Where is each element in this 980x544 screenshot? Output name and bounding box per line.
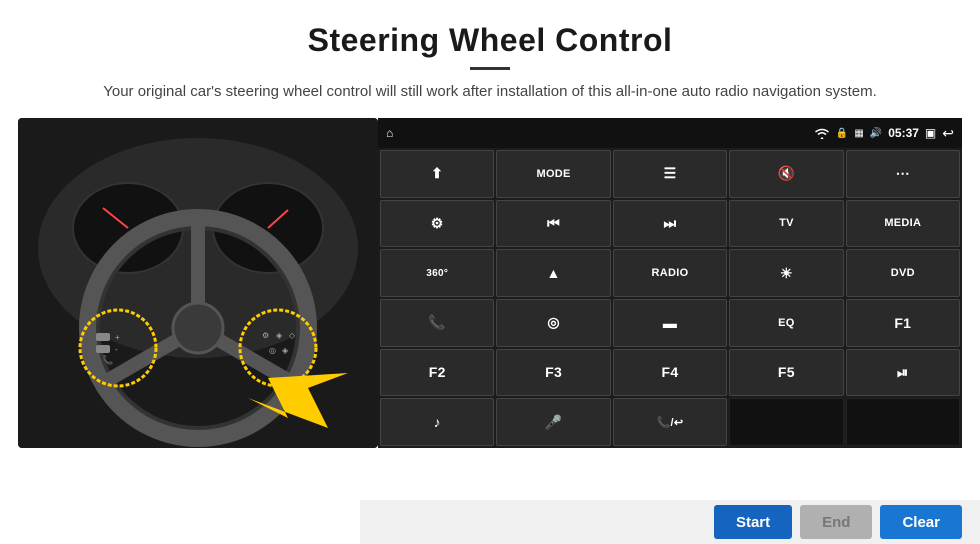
phone-icon: 📞 xyxy=(428,314,446,331)
clear-button[interactable]: Clear xyxy=(880,505,962,539)
btn-eq[interactable]: EQ xyxy=(729,299,843,347)
menu-icon: ☰ xyxy=(664,165,677,182)
page-title: Steering Wheel Control xyxy=(0,0,980,59)
eject-icon: ▲ xyxy=(547,265,561,281)
title-divider xyxy=(470,67,510,70)
time-display: 05:37 xyxy=(888,126,919,140)
window-icon[interactable]: ▣ xyxy=(925,126,936,140)
end-button[interactable]: End xyxy=(800,505,872,539)
mic-icon: 🎤 xyxy=(545,414,563,431)
btn-media[interactable]: MEDIA xyxy=(846,200,960,248)
btn-brightness[interactable]: ☀ xyxy=(729,249,843,297)
svg-text:+: + xyxy=(115,333,120,342)
next-icon: ⏭ xyxy=(664,215,677,232)
steering-wheel-image: + - 📞 ⚙ ◈ ◇ ◎ ◈ xyxy=(18,118,378,448)
btn-navi[interactable]: ◎ xyxy=(496,299,610,347)
btn-tv[interactable]: TV xyxy=(729,200,843,248)
sd-icon: ▦ xyxy=(854,128,863,139)
btn-eject[interactable]: ▲ xyxy=(496,249,610,297)
btn-settings[interactable]: ⚙ xyxy=(380,200,494,248)
btn-f2[interactable]: F2 xyxy=(380,349,494,397)
status-left: ⌂ xyxy=(386,126,393,140)
wifi-icon xyxy=(814,127,830,139)
brightness-icon: ☀ xyxy=(780,265,793,282)
btn-apps[interactable]: ⋯ xyxy=(846,150,960,198)
settings-icon: ⚙ xyxy=(431,215,444,232)
btn-empty2 xyxy=(846,398,960,446)
btn-music[interactable]: ♪ xyxy=(380,398,494,446)
status-right: 🔒 ▦ 🔊 05:37 ▣ ↩ xyxy=(814,125,954,142)
btn-empty1 xyxy=(729,398,843,446)
bt-icon: 🔊 xyxy=(870,128,882,139)
svg-text:◈: ◈ xyxy=(276,331,283,340)
btn-360[interactable]: 360° xyxy=(380,249,494,297)
playpause-icon: ⏯ xyxy=(897,364,909,381)
svg-text:📞: 📞 xyxy=(102,354,114,365)
status-bar: ⌂ 🔒 ▦ 🔊 05:37 ▣ ↩ xyxy=(378,118,962,148)
btn-f5[interactable]: F5 xyxy=(729,349,843,397)
svg-text:⚙: ⚙ xyxy=(262,331,269,340)
btn-prev[interactable]: ⏮ xyxy=(496,200,610,248)
screen-icon: ▬ xyxy=(663,315,677,331)
btn-phone[interactable]: 📞 xyxy=(380,299,494,347)
subtitle-text: Your original car's steering wheel contr… xyxy=(40,80,940,104)
bottom-bar: Start End Clear xyxy=(360,500,980,544)
navigate-icon: ⬆ xyxy=(431,165,443,182)
btn-f3[interactable]: F3 xyxy=(496,349,610,397)
btn-playpause[interactable]: ⏯ xyxy=(846,349,960,397)
btn-f4[interactable]: F4 xyxy=(613,349,727,397)
btn-next[interactable]: ⏭ xyxy=(613,200,727,248)
svg-text:◈: ◈ xyxy=(282,346,289,355)
previous-icon: ⏮ xyxy=(547,215,560,232)
btn-menu[interactable]: ☰ xyxy=(613,150,727,198)
button-grid: ⬆ MODE ☰ 🔇 ⋯ ⚙ ⏮ ⏭ TV MEDIA 360° ▲ RADIO… xyxy=(378,148,962,448)
start-button[interactable]: Start xyxy=(714,505,792,539)
svg-text:◇: ◇ xyxy=(289,331,296,340)
btn-nav[interactable]: ⬆ xyxy=(380,150,494,198)
mute-icon: 🔇 xyxy=(778,165,796,182)
btn-f1[interactable]: F1 xyxy=(846,299,960,347)
btn-mic[interactable]: 🎤 xyxy=(496,398,610,446)
content-area: + - 📞 ⚙ ◈ ◇ ◎ ◈ ⌂ xyxy=(0,118,980,468)
navi-icon: ◎ xyxy=(547,314,560,331)
btn-dvd[interactable]: DVD xyxy=(846,249,960,297)
btn-radio[interactable]: RADIO xyxy=(613,249,727,297)
btn-mute[interactable]: 🔇 xyxy=(729,150,843,198)
music-icon: ♪ xyxy=(434,414,441,430)
svg-text:◎: ◎ xyxy=(269,346,276,355)
apps-icon: ⋯ xyxy=(896,165,910,182)
android-panel: ⌂ 🔒 ▦ 🔊 05:37 ▣ ↩ ⬆ MODE ☰ xyxy=(378,118,962,448)
home-icon[interactable]: ⌂ xyxy=(386,126,393,140)
btn-screen[interactable]: ▬ xyxy=(613,299,727,347)
svg-text:-: - xyxy=(115,345,118,354)
btn-call[interactable]: 📞/↩ xyxy=(613,398,727,446)
btn-mode[interactable]: MODE xyxy=(496,150,610,198)
back-icon[interactable]: ↩ xyxy=(942,125,954,142)
lock-icon: 🔒 xyxy=(836,128,848,139)
